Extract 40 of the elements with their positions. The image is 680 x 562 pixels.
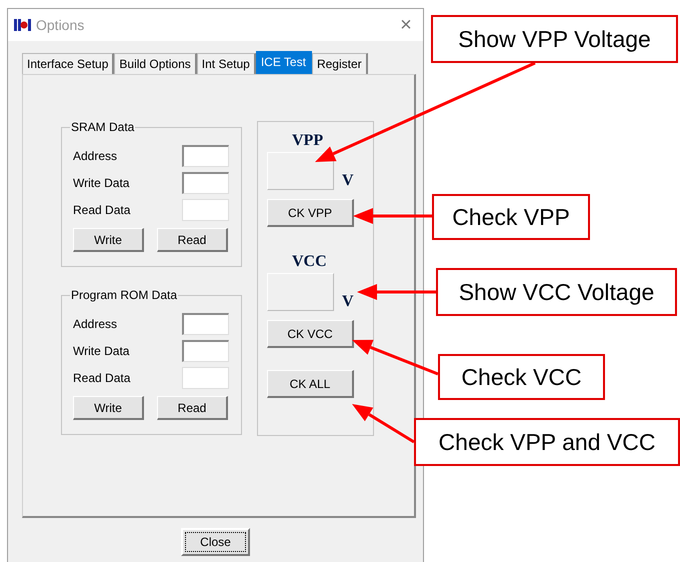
arrow [352,404,415,444]
check-button[interactable]: CK ALL [267,370,354,398]
input-field[interactable] [182,312,229,334]
field-label: Write Data [73,342,130,360]
callout-label: Show VCC Voltage [436,268,677,316]
action-button[interactable]: Read [157,228,228,252]
field-label: Address [73,316,118,332]
input-field[interactable] [182,144,229,166]
close-button[interactable]: Close [181,528,250,556]
voltage-label: VCC [292,253,327,271]
callout-label: Check VPP [432,194,590,240]
app-icon [14,18,32,32]
action-button[interactable]: Write [73,396,144,420]
tab[interactable]: Interface Setup [22,53,114,74]
callout-label: Check VPP and VCC [414,418,680,466]
field-label: Address [73,148,118,164]
check-button[interactable]: CK VPP [267,199,354,227]
tab[interactable]: Build Options [114,53,197,74]
input-field[interactable] [182,172,229,194]
input-field[interactable] [182,340,229,362]
field-label: Write Data [73,174,130,192]
tab[interactable]: Register [312,53,368,74]
check-button[interactable]: CK VCC [267,320,354,348]
window-title: Options [36,16,84,35]
action-button[interactable]: Write [73,228,144,252]
field-label: Read Data [73,202,130,218]
voltage-display [267,152,334,190]
tab[interactable]: ICE Test [256,51,312,74]
tab[interactable]: Int Setup [196,53,256,74]
voltage-label: VPP [292,132,324,150]
callout-label: Check VCC [438,354,605,400]
callout-label: Show VPP Voltage [431,15,678,63]
voltage-display [267,273,334,311]
field-label: Read Data [73,370,130,386]
group-title: Program ROM Data [70,288,178,302]
unit-label: V [342,172,354,190]
action-button[interactable]: Read [157,396,228,420]
group-title: SRAM Data [70,120,136,134]
unit-label: V [342,293,354,311]
close-button[interactable]: × [389,15,423,35]
